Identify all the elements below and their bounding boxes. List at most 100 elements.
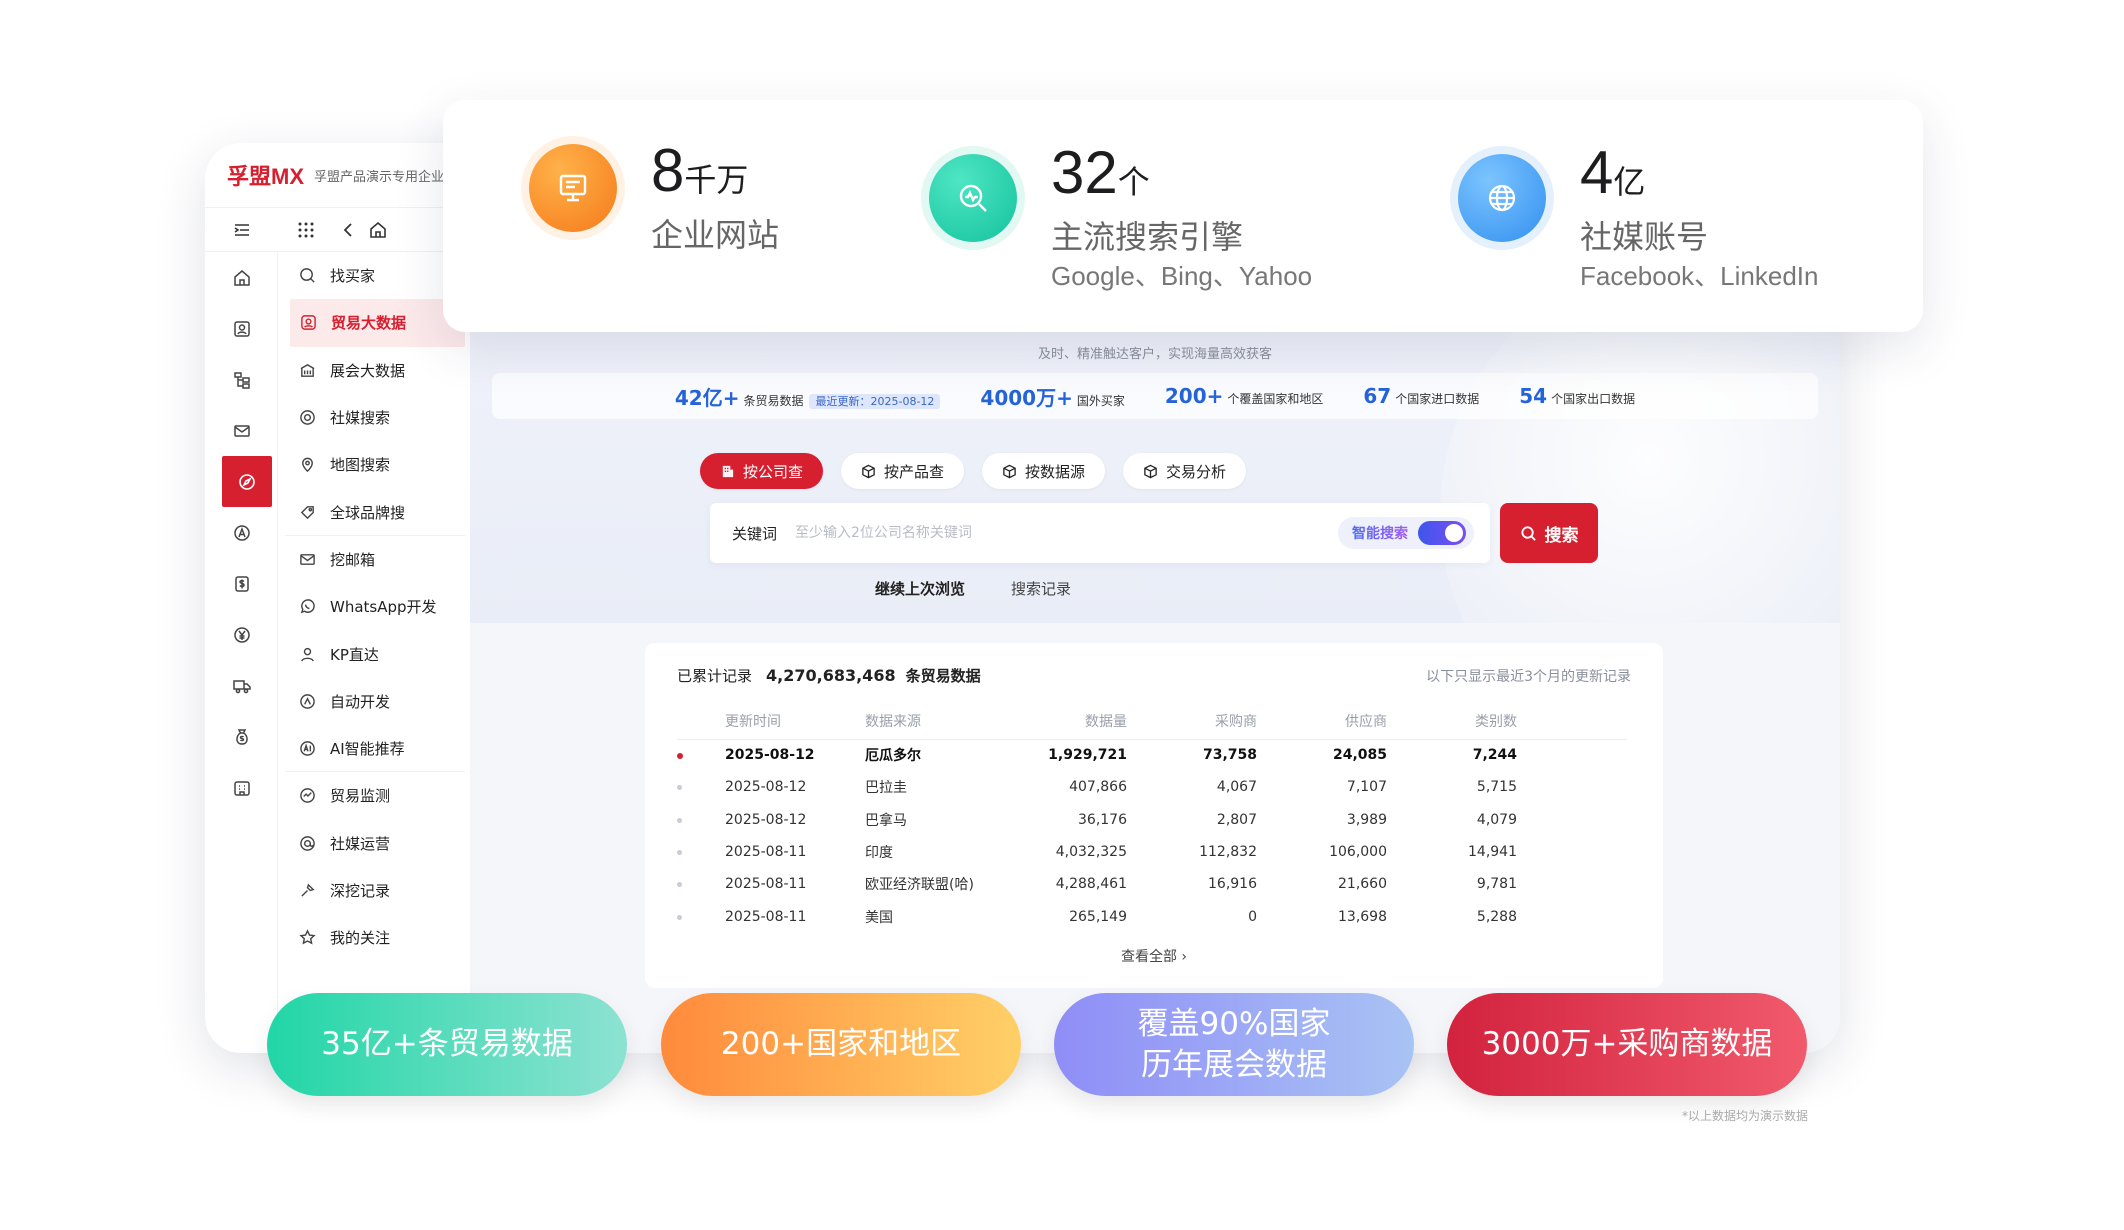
table-cell: 4,079 bbox=[1476, 811, 1517, 828]
table-cell: 2025-08-12 bbox=[725, 747, 815, 764]
menu-item-find-buyer[interactable]: 找买家 bbox=[279, 252, 465, 299]
menu-label: 自动开发 bbox=[330, 692, 391, 711]
truck-icon[interactable] bbox=[205, 660, 278, 711]
table-row[interactable]: 2025-08-12 巴拿马 36,176 2,807 3,989 4,079 bbox=[677, 804, 1627, 836]
globe-icon bbox=[1458, 154, 1546, 242]
menu-item-kp[interactable]: KP直达 bbox=[279, 630, 465, 677]
continue-browsing-link[interactable]: 继续上次浏览 bbox=[875, 578, 965, 599]
smart-search-toggle[interactable]: 智能搜索 bbox=[1338, 517, 1474, 549]
pill-trade-data: 35亿+条贸易数据 bbox=[267, 993, 627, 1096]
records-header: 已累计记录 4,270,683,468 条贸易数据 以下只显示最近3个月的更新记… bbox=[677, 666, 1631, 685]
highlight-stats-card: 8千万 企业网站 32个 主流搜索引擎 Google、Bing、Yahoo 4亿… bbox=[443, 100, 1923, 332]
stat-websites: 8千万 企业网站 bbox=[529, 140, 779, 257]
stat-export: 54 个国家出口数据 bbox=[1519, 384, 1636, 408]
menu-item-exhibition-data[interactable]: 展会大数据 bbox=[279, 347, 465, 394]
table-row[interactable]: 2025-08-11 印度 4,032,325 112,832 106,000 14,94… bbox=[677, 836, 1627, 868]
box-icon bbox=[1003, 464, 1016, 478]
records-table: 更新时间 数据来源 数据量 采购商 供应商 类别数 2025-08-12 厄瓜多尔… bbox=[677, 703, 1627, 933]
pill-countries: 200+国家和地区 bbox=[661, 993, 1021, 1096]
table-cell: 美国 bbox=[865, 909, 893, 926]
home-nav-icon[interactable] bbox=[363, 208, 393, 252]
menu-label: 挖邮箱 bbox=[330, 550, 376, 569]
table-cell: 2025-08-11 bbox=[725, 844, 807, 861]
keyword-input[interactable] bbox=[795, 525, 1338, 541]
table-cell: 4,067 bbox=[1216, 779, 1257, 796]
stat-trade-records: 42亿+ 条贸易数据 最近更新：2025-08-12 bbox=[675, 382, 941, 411]
records-count: 4,270,683,468 bbox=[766, 666, 896, 685]
menu-item-trade-data[interactable]: 贸易大数据 bbox=[290, 299, 465, 347]
search-button[interactable]: 搜索 bbox=[1500, 503, 1598, 563]
menu-label: 社媒搜索 bbox=[330, 409, 391, 428]
tab-trade-analysis[interactable]: 交易分析 bbox=[1123, 453, 1247, 489]
tab-by-product[interactable]: 按产品查 bbox=[840, 453, 964, 489]
col-suppliers: 供应商 bbox=[1273, 703, 1403, 740]
search-history-link[interactable]: 搜索记录 bbox=[1011, 578, 1071, 599]
toggle-switch[interactable] bbox=[1418, 521, 1466, 545]
money-bag-icon[interactable] bbox=[205, 711, 278, 762]
tab-by-source[interactable]: 按数据源 bbox=[982, 453, 1106, 489]
hero-subtitle: 及时、精准触达客户，实现海量高效获客 bbox=[1037, 347, 1272, 362]
tab-by-company[interactable]: 按公司查 bbox=[699, 453, 823, 489]
menu-item-whatsapp[interactable]: WhatsApp开发 bbox=[279, 583, 465, 630]
search-chart-icon bbox=[929, 154, 1017, 242]
stat-countries: 200+ 个覆盖国家和地区 bbox=[1164, 384, 1324, 408]
timeline-dot bbox=[677, 771, 713, 803]
org-icon[interactable] bbox=[205, 354, 278, 405]
stat-search-engines: 32个 主流搜索引擎 Google、Bing、Yahoo bbox=[929, 142, 1312, 293]
workspace-name[interactable]: 孚盟产品演示专用企业 bbox=[314, 166, 444, 185]
exhibition-icon bbox=[300, 363, 315, 377]
social-icon bbox=[300, 410, 315, 425]
brand-bar: 孚盟MX 孚盟产品演示专用企业 bbox=[205, 143, 465, 208]
table-cell: 4,032,325 bbox=[1055, 844, 1127, 861]
timeline-dot bbox=[677, 900, 713, 932]
table-row[interactable]: 2025-08-12 巴拉圭 407,866 4,067 7,107 5,715 bbox=[677, 771, 1627, 803]
back-icon[interactable] bbox=[333, 208, 363, 252]
apps-grid-icon[interactable] bbox=[278, 208, 333, 252]
yen-icon[interactable] bbox=[205, 609, 278, 660]
menu-item-global-brand[interactable]: 全球品牌搜 bbox=[279, 488, 465, 537]
col-categories: 类别数 bbox=[1403, 703, 1533, 740]
home-icon[interactable] bbox=[205, 252, 278, 303]
menu-item-auto-dev[interactable]: 自动开发 bbox=[279, 678, 465, 725]
contact-icon[interactable] bbox=[205, 303, 278, 354]
compass-icon[interactable] bbox=[222, 456, 272, 507]
table-cell: 7,107 bbox=[1346, 779, 1387, 796]
building-icon[interactable] bbox=[205, 762, 278, 813]
table-cell: 2025-08-12 bbox=[725, 811, 807, 828]
menu-item-social-ops[interactable]: 社媒运营 bbox=[279, 820, 465, 867]
dollar-icon[interactable] bbox=[205, 558, 278, 609]
table-cell: 2025-08-11 bbox=[725, 908, 807, 925]
monitor-icon bbox=[300, 788, 315, 804]
timeline-dot bbox=[677, 739, 713, 771]
menu-item-trade-monitor[interactable]: 贸易监测 bbox=[279, 772, 465, 819]
mail-icon[interactable] bbox=[205, 405, 278, 456]
collapse-menu-icon[interactable] bbox=[205, 208, 278, 252]
table-row[interactable]: 2025-08-11 欧亚经济联盟(哈) 4,288,461 16,916 21,660… bbox=[677, 868, 1627, 900]
menu-item-dig-email[interactable]: 挖邮箱 bbox=[279, 536, 465, 583]
menu-item-social-search[interactable]: 社媒搜索 bbox=[279, 394, 465, 441]
table-cell: 16,916 bbox=[1208, 876, 1257, 893]
menu-item-map-search[interactable]: 地图搜索 bbox=[279, 441, 465, 488]
table-row[interactable]: 2025-08-11 美国 265,149 0 13,698 5,288 bbox=[677, 900, 1627, 932]
stat-social-accounts: 4亿 社媒账号 Facebook、LinkedIn bbox=[1458, 142, 1818, 293]
view-all-link[interactable]: 查看全部 › bbox=[645, 946, 1663, 966]
table-cell: 24,085 bbox=[1332, 747, 1387, 764]
pill-exhibitions: 覆盖90%国家 历年展会数据 bbox=[1054, 993, 1414, 1096]
table-row[interactable]: 2025-08-12 厄瓜多尔 1,929,721 73,758 24,085 7,244 bbox=[677, 739, 1627, 771]
table-cell: 106,000 bbox=[1329, 844, 1387, 861]
menu-label: WhatsApp开发 bbox=[330, 598, 437, 617]
menu-item-dig-records[interactable]: 深挖记录 bbox=[279, 867, 465, 914]
a-icon[interactable] bbox=[205, 507, 278, 558]
menu-item-my-follow[interactable]: 我的关注 bbox=[279, 914, 465, 961]
update-badge: 最近更新：2025-08-12 bbox=[809, 393, 941, 409]
menu-label: 我的关注 bbox=[330, 929, 391, 948]
table-cell: 厄瓜多尔 bbox=[865, 748, 921, 765]
table-cell: 2,807 bbox=[1216, 811, 1257, 828]
data-stats-bar: 42亿+ 条贸易数据 最近更新：2025-08-12 4000万+ 国外买家 200+… bbox=[492, 373, 1818, 419]
search-box: 关键词 智能搜索 bbox=[710, 503, 1490, 563]
brand-logo: 孚盟MX bbox=[227, 164, 305, 189]
marketing-canvas: 孚盟MX 孚盟产品演示专用企业 找买家 贸易大数据 展会大数据 社媒搜索 地图搜… bbox=[0, 0, 2124, 1230]
box-icon bbox=[862, 464, 875, 478]
table-cell: 3,989 bbox=[1346, 811, 1387, 828]
menu-item-ai-recommend[interactable]: AI智能推荐 bbox=[279, 725, 465, 773]
